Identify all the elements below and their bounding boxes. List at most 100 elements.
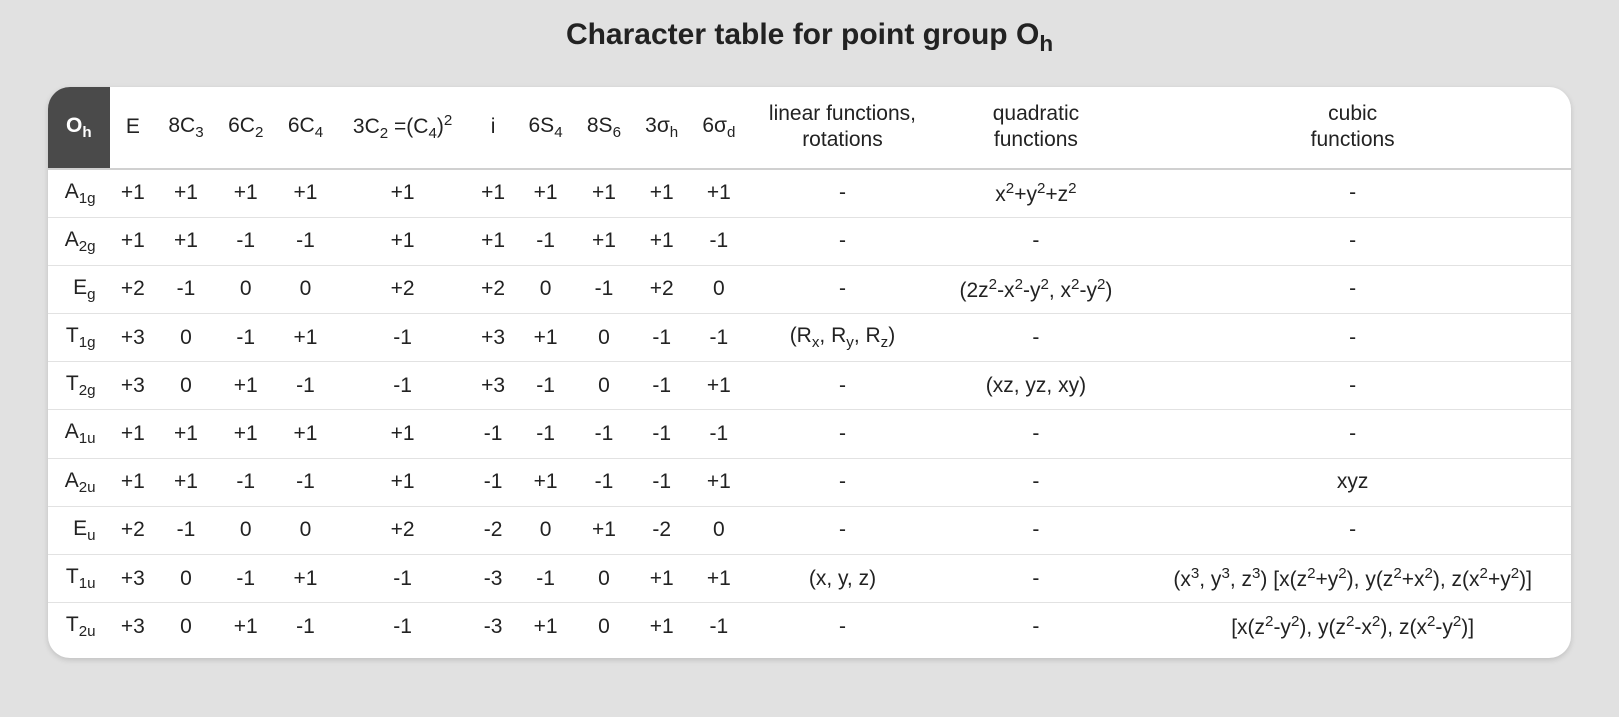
irrep-label: T1g <box>48 314 110 362</box>
character-cell: 0 <box>516 265 574 313</box>
character-cell: +1 <box>516 169 574 218</box>
table-row: T1u+30-1+1-1-3-10+1+1(x, y, z)-(x3, y3, … <box>48 555 1571 603</box>
character-cell: +1 <box>516 458 574 506</box>
cubic-functions-cell: - <box>1134 217 1571 265</box>
cubic-functions-cell: (x3, y3, z3) [x(z2+y2), y(z2+x2), z(x2+y… <box>1134 555 1571 603</box>
character-cell: -1 <box>156 506 216 554</box>
character-cell: -1 <box>633 410 690 458</box>
linear-functions-cell: - <box>747 265 937 313</box>
table-row: A2u+1+1-1-1+1-1+1-1-1+1--xyz <box>48 458 1571 506</box>
cubic-functions-cell: xyz <box>1134 458 1571 506</box>
quadratic-functions-cell: - <box>938 410 1135 458</box>
cubic-functions-cell: - <box>1134 506 1571 554</box>
character-cell: -1 <box>690 410 747 458</box>
character-cell: +1 <box>216 362 276 410</box>
character-cell: -1 <box>575 265 633 313</box>
character-cell: 0 <box>575 314 633 362</box>
character-cell: -1 <box>216 314 276 362</box>
character-cell: -1 <box>633 458 690 506</box>
character-cell: +1 <box>335 410 469 458</box>
cubic-functions-cell: - <box>1134 362 1571 410</box>
character-cell: 0 <box>575 555 633 603</box>
col-8C3: 8C3 <box>156 87 216 169</box>
character-cell: +1 <box>216 603 276 651</box>
character-cell: 0 <box>276 506 336 554</box>
linear-functions-cell: - <box>747 603 937 651</box>
character-cell: +1 <box>690 169 747 218</box>
col-6C2: 6C2 <box>216 87 276 169</box>
character-cell: -1 <box>516 217 574 265</box>
character-cell: +3 <box>110 603 157 651</box>
character-cell: -1 <box>690 314 747 362</box>
character-table-card: OhE8C36C26C43C2 =(C4)2i6S48S63σh6σdlinea… <box>48 87 1571 658</box>
character-cell: +3 <box>110 555 157 603</box>
character-cell: +1 <box>110 169 157 218</box>
linear-functions-cell: - <box>747 458 937 506</box>
character-cell: -1 <box>633 362 690 410</box>
character-cell: -1 <box>216 217 276 265</box>
linear-functions-cell: - <box>747 362 937 410</box>
character-cell: 0 <box>575 362 633 410</box>
character-cell: -3 <box>470 603 517 651</box>
quadratic-functions-cell: x2+y2+z2 <box>938 169 1135 218</box>
irrep-label: T2g <box>48 362 110 410</box>
table-row: T2g+30+1-1-1+3-10-1+1-(xz, yz, xy)- <box>48 362 1571 410</box>
character-cell: -2 <box>633 506 690 554</box>
character-cell: 0 <box>276 265 336 313</box>
character-cell: +1 <box>110 410 157 458</box>
page-title: Character table for point group Oh <box>0 0 1619 69</box>
character-cell: -1 <box>633 314 690 362</box>
linear-functions-cell: - <box>747 217 937 265</box>
character-cell: -1 <box>690 603 747 651</box>
character-cell: +1 <box>216 410 276 458</box>
cubic-functions-cell: - <box>1134 265 1571 313</box>
character-cell: -1 <box>516 555 574 603</box>
character-cell: +1 <box>110 217 157 265</box>
character-cell: +1 <box>633 169 690 218</box>
character-cell: +3 <box>470 314 517 362</box>
character-table: OhE8C36C26C43C2 =(C4)2i6S48S63σh6σdlinea… <box>48 87 1571 650</box>
table-row: A2g+1+1-1-1+1+1-1+1+1-1--- <box>48 217 1571 265</box>
col-3sh: 3σh <box>633 87 690 169</box>
character-cell: -1 <box>470 410 517 458</box>
character-cell: -1 <box>575 410 633 458</box>
linear-functions-cell: (Rx, Ry, Rz) <box>747 314 937 362</box>
character-cell: +1 <box>156 169 216 218</box>
character-cell: -1 <box>575 458 633 506</box>
character-cell: +1 <box>156 458 216 506</box>
character-cell: +1 <box>690 458 747 506</box>
character-cell: +2 <box>633 265 690 313</box>
linear-functions-cell: - <box>747 410 937 458</box>
character-cell: -1 <box>335 362 469 410</box>
table-header-row: OhE8C36C26C43C2 =(C4)2i6S48S63σh6σdlinea… <box>48 87 1571 169</box>
character-cell: -2 <box>470 506 517 554</box>
linear-functions-cell: - <box>747 506 937 554</box>
character-cell: -3 <box>470 555 517 603</box>
quadratic-functions-cell: - <box>938 603 1135 651</box>
character-cell: +1 <box>690 362 747 410</box>
character-cell: +1 <box>216 169 276 218</box>
quadratic-functions-cell: - <box>938 555 1135 603</box>
character-cell: +1 <box>470 217 517 265</box>
character-cell: +1 <box>276 410 336 458</box>
character-cell: +1 <box>156 410 216 458</box>
character-cell: -1 <box>335 314 469 362</box>
character-cell: +1 <box>516 314 574 362</box>
irrep-label: T1u <box>48 555 110 603</box>
character-cell: -1 <box>156 265 216 313</box>
cubic-functions-cell: [x(z2-y2), y(z2-x2), z(x2-y2)] <box>1134 603 1571 651</box>
table-row: T2u+30+1-1-1-3+10+1-1--[x(z2-y2), y(z2-x… <box>48 603 1571 651</box>
irrep-label: A2u <box>48 458 110 506</box>
table-row: T1g+30-1+1-1+3+10-1-1(Rx, Ry, Rz)-- <box>48 314 1571 362</box>
irrep-label: A2g <box>48 217 110 265</box>
character-cell: +1 <box>276 555 336 603</box>
character-cell: -1 <box>690 217 747 265</box>
character-cell: +1 <box>335 458 469 506</box>
table-row: A1g+1+1+1+1+1+1+1+1+1+1-x2+y2+z2- <box>48 169 1571 218</box>
character-cell: -1 <box>516 410 574 458</box>
character-cell: +1 <box>276 314 336 362</box>
character-cell: +2 <box>110 506 157 554</box>
character-cell: -1 <box>276 217 336 265</box>
cubic-functions-cell: - <box>1134 169 1571 218</box>
character-cell: +1 <box>575 217 633 265</box>
